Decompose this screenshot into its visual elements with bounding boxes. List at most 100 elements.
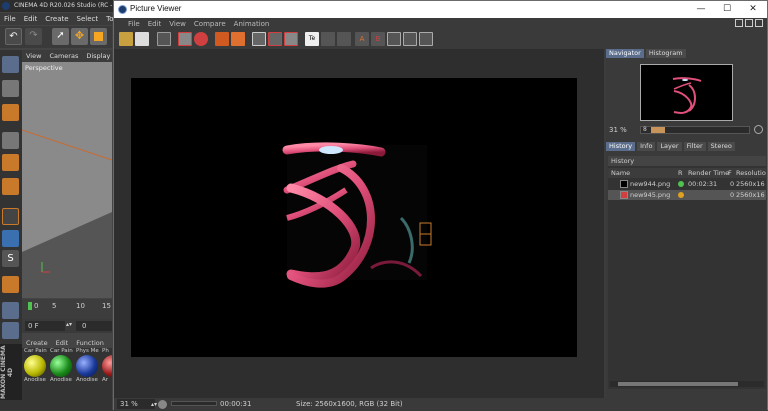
col-render-time[interactable]: Render Time	[688, 168, 729, 178]
fit-icon[interactable]	[387, 32, 401, 46]
picture-viewer-title-bar[interactable]: Picture Viewer — ☐ ✕	[114, 1, 767, 18]
tab-history[interactable]: History	[606, 142, 636, 151]
material-name: Phys Me	[76, 348, 99, 354]
history-scrollbar[interactable]	[610, 381, 764, 387]
layout-panel-icon[interactable]	[755, 19, 763, 27]
tab-stereo[interactable]: Stereo	[707, 142, 735, 151]
render-settings-icon[interactable]	[194, 32, 208, 46]
stop-render-icon[interactable]	[215, 32, 229, 46]
timeline[interactable]: 0 5 10 15	[22, 299, 112, 319]
render-preview	[282, 142, 432, 288]
pv-menu-view[interactable]: View	[165, 18, 190, 30]
pv-menu-edit[interactable]: Edit	[144, 18, 166, 30]
viewport-menu-display[interactable]: Display	[82, 50, 114, 62]
material-menu-function[interactable]: Function	[72, 338, 108, 348]
render-view-icon[interactable]	[157, 32, 171, 46]
alpha-icon[interactable]	[337, 32, 351, 46]
redo-icon[interactable]: ↷	[25, 28, 42, 45]
cube-icon[interactable]	[2, 80, 19, 97]
timeline-slider[interactable]	[171, 401, 217, 406]
frame-stepper[interactable]: ▴▾	[66, 321, 72, 328]
live-select-icon[interactable]	[2, 56, 19, 73]
c4d-menu-edit[interactable]: Edit	[20, 13, 42, 25]
navigator-slider-thumb[interactable]	[651, 127, 665, 133]
viewport-menu-cameras[interactable]: Cameras	[45, 50, 82, 62]
c4d-menu-create[interactable]: Create	[41, 13, 72, 25]
tab-navigator[interactable]: Navigator	[606, 49, 644, 58]
tab-filter[interactable]: Filter	[683, 142, 706, 151]
col-r[interactable]: R	[678, 168, 683, 178]
history-scrollbar-thumb[interactable]	[618, 382, 738, 386]
render-region-icon[interactable]	[178, 32, 192, 46]
col-f[interactable]: F	[728, 168, 732, 178]
perspective-viewport[interactable]: Perspective	[22, 62, 112, 298]
col-name[interactable]: Name	[611, 168, 630, 178]
c4d-menu-select[interactable]: Select	[73, 13, 103, 25]
material-swatch[interactable]: Ph Ar	[102, 348, 112, 383]
current-frame-field[interactable]: 0 F	[25, 321, 65, 331]
zoom-field[interactable]: 31 %	[117, 399, 155, 409]
material-name: Car Pain	[50, 348, 73, 354]
move-tool-icon[interactable]: ✥	[71, 28, 88, 45]
zoom-reset-icon[interactable]	[754, 125, 763, 134]
axis-icon[interactable]	[2, 208, 19, 225]
col-resolution[interactable]: Resolution	[736, 168, 766, 178]
save-icon[interactable]	[135, 32, 149, 46]
fullscreen-icon[interactable]	[403, 32, 417, 46]
cube-edit-icon[interactable]	[2, 132, 19, 149]
image-canvas-area[interactable]	[114, 49, 604, 398]
channel-b-icon[interactable]: B	[371, 32, 385, 46]
text-overlay-icon[interactable]: Te	[305, 32, 319, 46]
pv-menu-animation[interactable]: Animation	[230, 18, 274, 30]
polygons-icon[interactable]	[2, 178, 19, 195]
pv-menu-compare[interactable]: Compare	[190, 18, 230, 30]
rendered-image[interactable]	[131, 78, 577, 357]
play-icon[interactable]	[158, 400, 167, 409]
history-row-selected[interactable]: new945.png 0 2560x16	[608, 190, 766, 200]
navigator-zoom-value: 31 %	[609, 126, 627, 134]
polygon-icon[interactable]	[2, 104, 19, 121]
status-bar: 31 % ▴▾ 00:00:31 Size: 2560x1600, RGB (3…	[114, 398, 767, 410]
material-swatch[interactable]: Phys Me Anodise	[76, 348, 100, 383]
picture-viewer-toolbar: Te A B	[114, 30, 767, 49]
grid-icon[interactable]	[2, 302, 19, 319]
material-menu-edit[interactable]: Edit	[52, 338, 73, 348]
tab-histogram[interactable]: Histogram	[645, 49, 686, 58]
workplane-icon[interactable]	[2, 322, 19, 339]
material-menu-create[interactable]: Create	[22, 338, 52, 348]
channel-a-icon[interactable]: A	[355, 32, 369, 46]
c4d-menu-file[interactable]: File	[0, 13, 20, 25]
edges-icon[interactable]	[2, 154, 19, 171]
crop-icon[interactable]	[419, 32, 433, 46]
copy-render-icon[interactable]	[231, 32, 245, 46]
undo-icon[interactable]: ↶	[5, 28, 22, 45]
tab-info[interactable]: Info	[637, 142, 656, 151]
frame-field-2[interactable]: 0	[76, 321, 112, 331]
zoom-stepper[interactable]: ▴▾	[151, 399, 157, 411]
material-swatch[interactable]: Car Pain Anodise	[24, 348, 48, 383]
history-status-dot	[678, 192, 684, 198]
tab-layer[interactable]: Layer	[657, 142, 682, 151]
layout-split-icon[interactable]	[745, 19, 753, 27]
tweak-icon[interactable]	[2, 230, 19, 247]
navigator-thumbnail[interactable]	[640, 64, 733, 121]
material-swatch[interactable]: Car Pain Anodise	[50, 348, 74, 383]
open-icon[interactable]	[119, 32, 133, 46]
magnet-icon[interactable]	[2, 276, 19, 293]
navigator-zoom-slider[interactable]: 8	[640, 126, 750, 134]
frame-controls: 0 F ▴▾ 0	[22, 319, 112, 333]
history-frame: 0	[730, 191, 735, 199]
history-row[interactable]: new944.png 00:02:31 0 2560x16	[608, 179, 766, 189]
pv-menu-file[interactable]: File	[124, 18, 144, 30]
compare-b-icon[interactable]	[268, 32, 282, 46]
close-button[interactable]: ✕	[738, 1, 768, 18]
select-tool-icon[interactable]: ➚	[52, 28, 69, 45]
compare-a-icon[interactable]	[252, 32, 266, 46]
timeline-playhead[interactable]	[28, 302, 32, 310]
layout-single-icon[interactable]	[735, 19, 743, 27]
scale-tool-icon[interactable]	[90, 28, 107, 45]
snap-icon[interactable]: S	[2, 250, 19, 267]
show-text-icon[interactable]	[321, 32, 335, 46]
compare-swap-icon[interactable]	[284, 32, 298, 46]
viewport-menu-view[interactable]: View	[22, 50, 45, 62]
